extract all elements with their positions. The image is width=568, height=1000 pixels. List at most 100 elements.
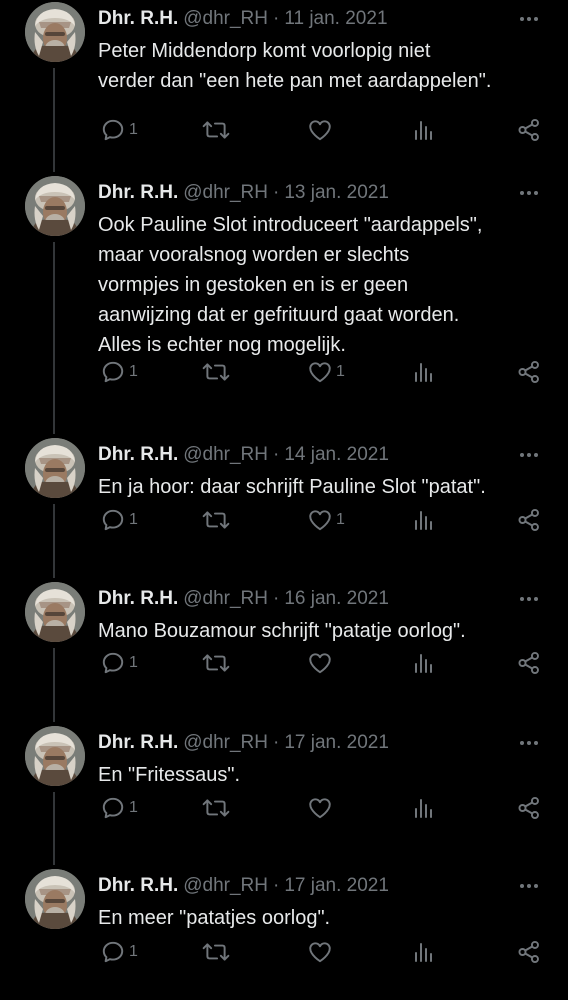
retweet-button[interactable] [202,793,233,823]
avatar-image [25,726,85,786]
like-count: 1 [336,363,345,380]
tweet-actions: 1 1 [98,357,548,387]
tweet-text-line: Peter Middendorp komt voorlopig niet [98,40,431,62]
more-options-button[interactable] [516,588,542,610]
avatar-image [25,2,85,62]
author-name[interactable]: Dhr. R.H. [98,182,178,203]
like-button[interactable] [307,648,336,678]
reply-icon [102,652,124,674]
more-options-icon [520,597,538,601]
views-button[interactable] [412,793,436,823]
more-options-icon [520,884,538,888]
like-icon [309,942,331,963]
reply-button[interactable]: 1 [100,793,138,823]
tweet-date[interactable]: 17 jan. 2021 [284,732,389,753]
reply-button[interactable]: 1 [100,648,138,678]
reply-button[interactable]: 1 [100,357,138,387]
share-button[interactable] [516,937,542,967]
views-button[interactable] [412,115,436,145]
views-button[interactable] [412,937,436,967]
avatar[interactable] [25,438,85,498]
avatar-image [25,176,85,236]
author-handle[interactable]: @dhr_RH [183,8,268,29]
like-icon [309,510,331,531]
tweet-date[interactable]: 11 jan. 2021 [284,8,387,29]
more-options-button[interactable] [516,8,542,30]
retweet-button[interactable] [202,357,233,387]
author-handle[interactable]: @dhr_RH [183,444,268,465]
reply-button[interactable]: 1 [100,115,138,145]
tweet-actions: 1 [98,937,548,967]
tweet-date[interactable]: 14 jan. 2021 [284,444,389,465]
retweet-icon [202,511,230,529]
author-handle[interactable]: @dhr_RH [183,182,268,203]
tweet-actions: 1 1 [98,505,548,535]
author-name[interactable]: Dhr. R.H. [98,8,178,29]
like-icon [309,120,331,141]
retweet-icon [202,799,230,817]
tweet-date[interactable]: 17 jan. 2021 [284,875,389,896]
share-button[interactable] [516,357,542,387]
header-separator: · [273,182,280,203]
tweet-date[interactable]: 16 jan. 2021 [284,588,389,609]
avatar[interactable] [25,582,85,642]
reply-icon [102,361,124,383]
like-button[interactable]: 1 [307,357,345,387]
thread-line [53,504,55,578]
reply-button[interactable]: 1 [100,937,138,967]
tweet-text: Ook Pauline Slot introduceert "aardappel… [98,210,553,360]
author-handle[interactable]: @dhr_RH [183,875,268,896]
views-button[interactable] [412,648,436,678]
share-button[interactable] [516,115,542,145]
tweet-text: En meer "patatjes oorlog". [98,903,553,933]
reply-icon [102,509,124,531]
share-button[interactable] [516,648,542,678]
like-button[interactable] [307,793,336,823]
views-icon [415,363,432,382]
avatar[interactable] [25,726,85,786]
tweet-text: En ja hoor: daar schrijft Pauline Slot "… [98,472,553,502]
more-options-button[interactable] [516,182,542,204]
avatar-image [25,869,85,929]
author-handle[interactable]: @dhr_RH [183,732,268,753]
thread-line [53,242,55,434]
retweet-icon [202,363,230,381]
like-button[interactable]: 1 [307,505,345,535]
views-button[interactable] [412,357,436,387]
views-icon [415,654,432,673]
like-button[interactable] [307,115,336,145]
author-name[interactable]: Dhr. R.H. [98,588,178,609]
retweet-button[interactable] [202,648,233,678]
author-handle[interactable]: @dhr_RH [183,588,268,609]
views-icon [415,511,432,530]
tweet[interactable]: Dhr. R.H. @dhr_RH · 17 jan. 2021 En meer "p… [0,869,568,1000]
avatar[interactable] [25,176,85,236]
reply-button[interactable]: 1 [100,505,138,535]
tweet-actions: 1 [98,793,548,823]
tweet-text-line: En ja hoor: daar schrijft Pauline Slot "… [98,476,486,498]
retweet-button[interactable] [202,937,233,967]
like-button[interactable] [307,937,336,967]
retweet-button[interactable] [202,115,233,145]
tweet-date[interactable]: 13 jan. 2021 [284,182,389,203]
more-options-button[interactable] [516,444,542,466]
more-options-icon [520,453,538,457]
thread-line [53,792,55,865]
tweet-text-line: En meer "patatjes oorlog". [98,907,331,929]
avatar[interactable] [25,869,85,929]
more-options-button[interactable] [516,732,542,754]
author-name[interactable]: Dhr. R.H. [98,732,178,753]
tweet-text-line: En "Fritessaus". [98,764,241,786]
retweet-button[interactable] [202,505,233,535]
share-button[interactable] [516,505,542,535]
reply-count: 1 [129,511,138,528]
share-button[interactable] [516,793,542,823]
more-options-button[interactable] [516,875,542,897]
author-name[interactable]: Dhr. R.H. [98,444,178,465]
author-name[interactable]: Dhr. R.H. [98,875,178,896]
avatar[interactable] [25,2,85,62]
reply-icon [102,797,124,819]
share-icon [518,796,539,820]
more-options-icon [520,741,538,745]
views-button[interactable] [412,505,436,535]
